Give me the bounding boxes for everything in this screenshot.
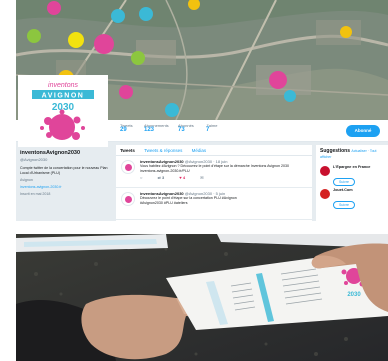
stat-following[interactable]: Abonnements 123: [144, 123, 169, 133]
retweet-icon[interactable]: ⇄ 3: [158, 175, 165, 180]
pink-splash-icon: [40, 109, 85, 140]
suggestion-item: Jouet.Com Suivre: [320, 188, 384, 209]
tweet-text: Vous habitez #Avignon ? Découvrez le poi…: [140, 164, 289, 168]
heart-icon[interactable]: ♥ 4: [179, 175, 185, 180]
tweet[interactable]: inventonsAvignon2030 @Avignon2030 · 18 j…: [116, 156, 312, 188]
stat-value: 123: [144, 127, 155, 133]
stat-value: 7: [206, 127, 210, 133]
twitter-profile-screenshot: Tweets 29 Abonnements 123 Abonnés 73 J'a…: [16, 0, 388, 221]
follow-suggestion-button[interactable]: Suivre: [333, 178, 355, 186]
suggestion-name[interactable]: L'Épargne en France: [333, 165, 384, 170]
profile-sidebar: inventonsAvignon2030 @Avignon2030 Compte…: [20, 150, 112, 197]
profile-location: Avignon: [20, 178, 33, 182]
follow-suggestion-button[interactable]: Suivre: [333, 201, 355, 209]
logo-text-mid: AVIGNON: [42, 93, 85, 100]
logo-text-top: inventons: [48, 82, 78, 89]
suggestions-panel: Suggestions Actualiser · Tout afficher L…: [316, 145, 388, 221]
tweet-link[interactable]: inventons-avignon-2030.fr/PLU: [140, 169, 308, 174]
stat-value: 29: [120, 127, 127, 133]
timeline: Tweets Tweets & réponses Médias inventon…: [116, 145, 312, 221]
reply-icon[interactable]: ○: [140, 175, 144, 180]
avatar[interactable]: [121, 192, 135, 206]
hands-leaflet-illustration: 2030: [16, 234, 388, 361]
tab-tweets[interactable]: Tweets: [120, 148, 135, 153]
avatar[interactable]: [320, 189, 330, 199]
leaflet-year: 2030: [347, 292, 361, 298]
profile-joined: Inscrit en mai 2018: [20, 192, 51, 196]
follow-button[interactable]: Abonné: [346, 125, 380, 137]
avatar[interactable]: [320, 166, 330, 176]
profile-website[interactable]: inventons-avignon-2030.fr: [20, 185, 112, 190]
suggestion-name[interactable]: Jouet.Com: [333, 188, 384, 193]
stat-tweets[interactable]: Tweets 29: [120, 123, 133, 133]
tab-tweets-replies[interactable]: Tweets & réponses: [144, 148, 182, 153]
tweet[interactable]: inventonsAvignon2030 @Avignon2030 · 5 ju…: [116, 188, 312, 220]
profile-avatar-logo: inventons AVIGNON 2030: [18, 75, 108, 147]
stat-value: 73: [178, 127, 185, 133]
leaflet-photo: 2030: [16, 234, 388, 361]
suggestions-title: Suggestions: [320, 148, 351, 154]
stat-followers[interactable]: Abonnés 73: [178, 123, 194, 133]
profile-name[interactable]: inventonsAvignon2030: [20, 150, 112, 157]
retweet-count: 3: [162, 175, 165, 181]
stat-likes[interactable]: J'aime 7: [206, 123, 217, 133]
tweet-actions: ○ ⇄ 3 ♥ 4 ✉: [140, 175, 308, 180]
mail-icon[interactable]: ✉: [200, 175, 203, 180]
profile-handle: @Avignon2030: [20, 157, 48, 162]
suggestion-item: L'Épargne en France Suivre: [320, 165, 384, 186]
tweet-link[interactable]: #Avignon2030 #PLU #ateliers: [140, 201, 308, 206]
timeline-tabs: Tweets Tweets & réponses Médias: [116, 145, 312, 156]
like-count: 4: [182, 175, 186, 181]
profile-bio: Compte twitter de la concertation pour l…: [20, 166, 108, 175]
avatar[interactable]: [121, 160, 135, 174]
tab-media[interactable]: Médias: [192, 148, 207, 153]
